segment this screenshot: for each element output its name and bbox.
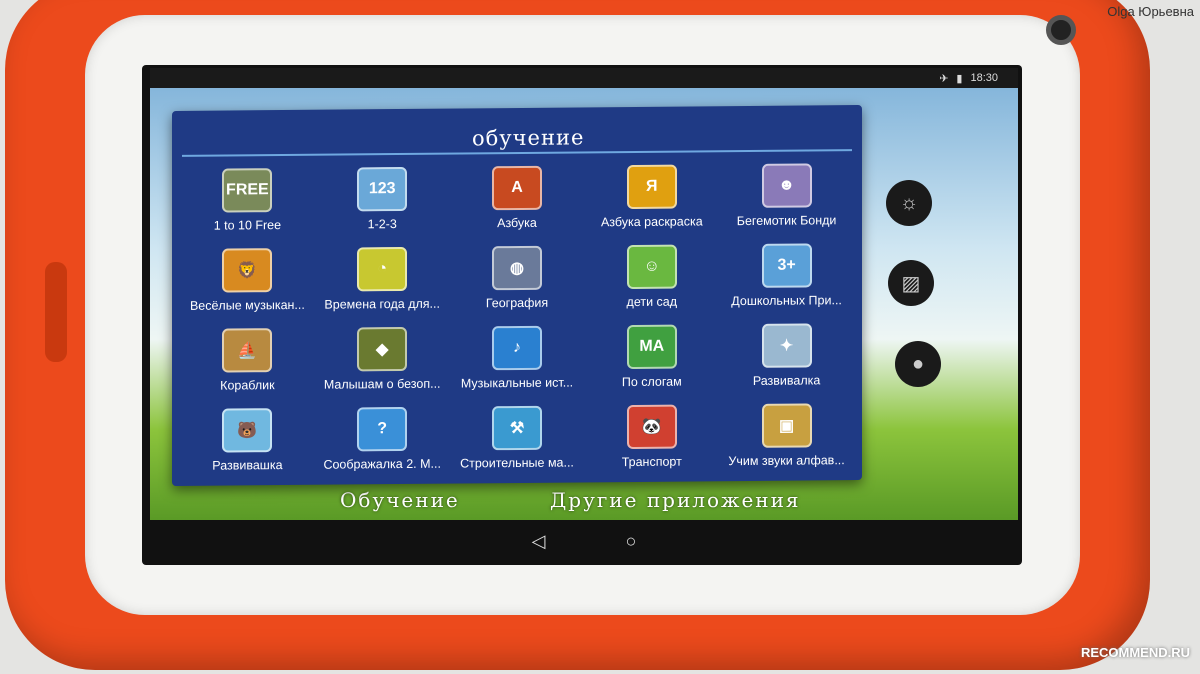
app-item[interactable]: 123 1-2-3 (315, 166, 450, 232)
app-label: Кораблик (220, 378, 275, 393)
app-label: 1 to 10 Free (213, 218, 282, 233)
app-label: Учим звуки алфав... (728, 453, 845, 469)
app-label: Транспорт (621, 454, 682, 470)
status-bar: ✈ ▮ 18:30 (150, 68, 1018, 88)
battery-icon: ▮ (956, 72, 963, 85)
app-item[interactable]: 🐻 Развивашка (180, 408, 315, 473)
app-item[interactable]: ♪ Музыкальные ист... (450, 325, 585, 390)
app-icon: 🐼 (626, 404, 677, 450)
app-label: География (485, 295, 549, 311)
app-label: Соображалка 2. М... (323, 456, 441, 472)
app-icon: ☻ (761, 163, 812, 208)
app-icon: FREE (222, 168, 273, 213)
app-item[interactable]: 🦁 Весёлые музыкан... (180, 248, 315, 313)
app-icon: 🦁 (222, 248, 273, 293)
nav-bar: ◁ ○ (150, 520, 1018, 562)
site-watermark: RECOMMEND.RU (1080, 645, 1190, 660)
folder-title[interactable]: обучение (472, 125, 584, 150)
app-icon: ◆ (357, 326, 408, 372)
app-icon: ▣ (761, 403, 812, 448)
app-item[interactable]: ? Соображалка 2. М... (315, 406, 450, 472)
app-icon: ✦ (761, 323, 812, 368)
camera (1046, 15, 1076, 45)
app-label: Азбука (497, 215, 537, 231)
wallpaper-folder-label[interactable]: Другие приложения (550, 488, 801, 512)
app-item[interactable]: 3+ Дошкольных При... (719, 243, 854, 308)
app-label: Развивалка (752, 373, 821, 388)
author-watermark: Olga Юрьевна (1107, 4, 1194, 19)
app-grid: FREE 1 to 10 Free 123 1-2-3 A Азбука Я Азбука р… (180, 163, 854, 473)
app-item[interactable]: ◔ Времена года для... (315, 246, 450, 312)
app-item[interactable]: ✦ Развивалка (719, 323, 854, 388)
app-icon: ◔ (357, 246, 408, 292)
app-item[interactable]: FREE 1 to 10 Free (180, 168, 315, 233)
app-label: Развивашка (212, 458, 283, 473)
app-label: Азбука раскраска (600, 214, 703, 230)
app-label: Музыкальные ист... (460, 375, 574, 391)
folder-popup: обучение FREE 1 to 10 Free 123 1-2-3 A Азбука… (172, 104, 862, 487)
home-button[interactable]: ○ (625, 531, 636, 552)
app-icon: ◍ (491, 245, 542, 291)
app-item[interactable]: A Азбука (450, 165, 585, 230)
app-label: Малышам о безоп... (323, 376, 441, 392)
brightness-icon[interactable]: ☼ (886, 180, 932, 226)
app-item[interactable]: ☻ Бегемотик Бонди (719, 163, 854, 228)
gallery-icon[interactable]: ▨ (888, 260, 934, 306)
app-label: Дошкольных При... (731, 293, 842, 309)
app-item[interactable]: ▣ Учим звуки алфав... (719, 403, 854, 468)
case-slot (45, 262, 67, 362)
app-item[interactable]: ⛵ Кораблик (180, 328, 315, 393)
app-icon: ? (357, 406, 408, 452)
app-label: 1-2-3 (367, 217, 397, 232)
app-icon: ⚒ (491, 405, 542, 451)
app-icon: A (491, 165, 542, 211)
app-item[interactable]: 🐼 Транспорт (584, 404, 719, 469)
app-item[interactable]: ⚒ Строительные ма... (450, 405, 585, 470)
divider (182, 149, 852, 157)
app-label: дети сад (626, 294, 678, 310)
app-item[interactable]: ☺ дети сад (584, 244, 719, 309)
app-icon: ☺ (626, 244, 677, 290)
app-item[interactable]: ◍ География (450, 245, 585, 310)
app-item[interactable]: ◆ Малышам о безоп... (315, 326, 450, 392)
app-icon: МА (626, 324, 677, 370)
app-icon: ⛵ (222, 328, 273, 373)
app-icon: Я (626, 164, 677, 210)
app-item[interactable]: МА По слогам (584, 324, 719, 389)
wallpaper-folder-label[interactable]: Обучение (340, 488, 460, 512)
airplane-icon: ✈ (939, 72, 949, 85)
app-label: Строительные ма... (460, 455, 574, 471)
app-icon: ♪ (491, 325, 542, 371)
app-label: Бегемотик Бонди (736, 213, 837, 229)
circle-icon[interactable]: ● (895, 341, 941, 387)
app-icon: 123 (357, 166, 408, 212)
app-icon: 🐻 (222, 408, 273, 453)
app-item[interactable]: Я Азбука раскраска (584, 164, 719, 229)
app-label: Весёлые музыкан... (189, 297, 305, 313)
back-button[interactable]: ◁ (532, 531, 546, 552)
app-icon: 3+ (761, 243, 812, 288)
app-label: По слогам (621, 374, 682, 390)
app-label: Времена года для... (324, 296, 440, 312)
clock: 18:30 (970, 72, 998, 84)
